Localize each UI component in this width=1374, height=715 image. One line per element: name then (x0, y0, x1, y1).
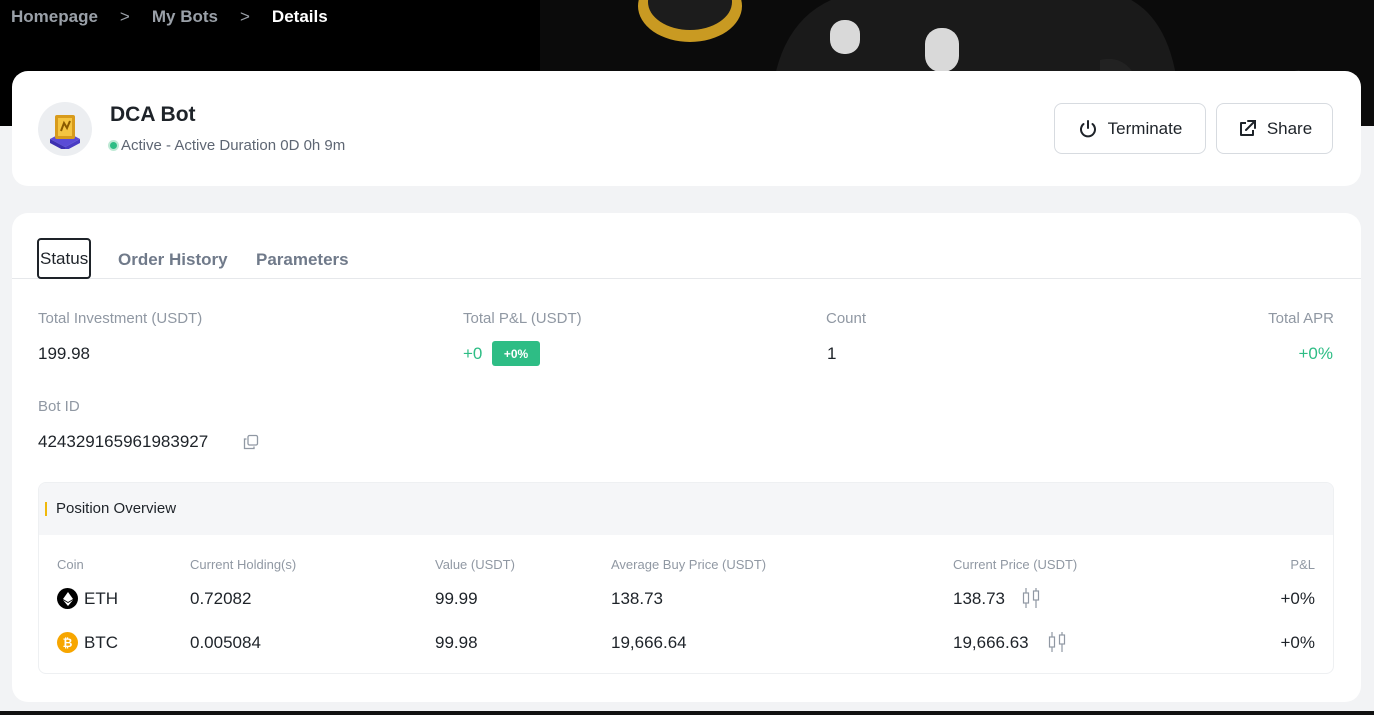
avg-buy-price: 138.73 (611, 589, 663, 608)
bot-name: DCA Bot (110, 103, 196, 126)
bot-id-label: Bot ID (38, 398, 80, 415)
eth-icon (57, 588, 78, 609)
breadcrumb-separator: > (239, 7, 250, 26)
coin-name: ETH (84, 589, 118, 608)
terminate-label: Terminate (1107, 118, 1183, 138)
avg-buy-price: 19,666.64 (611, 633, 687, 652)
tab-parameters[interactable]: Parameters (256, 240, 349, 279)
current-price: 19,666.63 (953, 633, 1029, 652)
candlestick-icon[interactable] (1047, 631, 1067, 653)
btc-icon: ₿ (57, 632, 78, 653)
bottom-border (0, 711, 1374, 715)
tab-status[interactable]: Status (37, 238, 92, 279)
total-apr-value: +0% (1298, 344, 1334, 363)
total-pnl-label: Total P&L (USDT) (463, 310, 582, 327)
column-header-holdings: Current Holding(s) (190, 557, 297, 572)
bot-summary-card: DCA Bot Active - Active Duration 0D 0h 9… (12, 71, 1361, 186)
pnl-percent-badge: +0% (492, 341, 540, 366)
bot-status: Active - Active Duration 0D 0h 9m (108, 137, 345, 154)
total-pnl-value: +0 (463, 344, 483, 363)
holding-value: 0.72082 (190, 589, 252, 608)
total-apr-label: Total APR (1268, 310, 1334, 327)
column-header-coin: Coin (57, 557, 84, 572)
count-label: Count (826, 310, 867, 327)
tab-bar: Status Order History Parameters (12, 213, 1361, 279)
tab-order-history[interactable]: Order History (118, 240, 228, 279)
breadcrumb: Homepage > My Bots > Details (11, 7, 328, 27)
usdt-value: 99.99 (435, 589, 478, 608)
row-pnl: +0% (1280, 589, 1316, 608)
position-overview-header: Position Overview (39, 483, 1333, 535)
coin-name: BTC (84, 633, 118, 652)
breadcrumb-separator: > (119, 7, 130, 26)
column-header-current-price: Current Price (USDT) (953, 557, 1078, 572)
row-pnl: +0% (1280, 633, 1316, 652)
bot-status-text: Active - Active Duration 0D 0h 9m (121, 137, 346, 154)
share-label: Share (1266, 118, 1313, 138)
candlestick-icon[interactable] (1021, 587, 1041, 609)
breadcrumb-details: Details (271, 7, 328, 26)
dca-bot-icon (50, 115, 80, 149)
bot-details-card: Status Order History Parameters Total In… (12, 213, 1361, 702)
total-investment-label: Total Investment (USDT) (38, 310, 203, 327)
position-accent-bar (45, 502, 47, 516)
column-header-value: Value (USDT) (435, 557, 515, 572)
terminate-button[interactable]: Terminate (1054, 103, 1206, 154)
position-overview: Position Overview Coin Current Holding(s… (38, 482, 1334, 674)
external-link-icon (1239, 119, 1256, 136)
usdt-value: 99.98 (435, 633, 478, 652)
position-overview-title: Position Overview (56, 500, 177, 517)
holding-value: 0.005084 (190, 633, 261, 652)
count-value: 1 (827, 344, 837, 363)
column-header-pnl: P&L (1290, 557, 1315, 572)
total-investment-value: 199.98 (38, 344, 90, 363)
copy-icon[interactable] (243, 434, 259, 450)
power-icon (1079, 119, 1096, 137)
share-button[interactable]: Share (1216, 103, 1333, 154)
status-dot-icon (108, 140, 119, 151)
bot-id-value: 424329165961983927 (38, 432, 209, 451)
current-price: 138.73 (953, 589, 1005, 608)
column-header-avg-price: Average Buy Price (USDT) (611, 557, 767, 572)
breadcrumb-my-bots[interactable]: My Bots (152, 7, 218, 27)
breadcrumb-homepage[interactable]: Homepage (11, 7, 98, 27)
bot-avatar (38, 102, 92, 156)
